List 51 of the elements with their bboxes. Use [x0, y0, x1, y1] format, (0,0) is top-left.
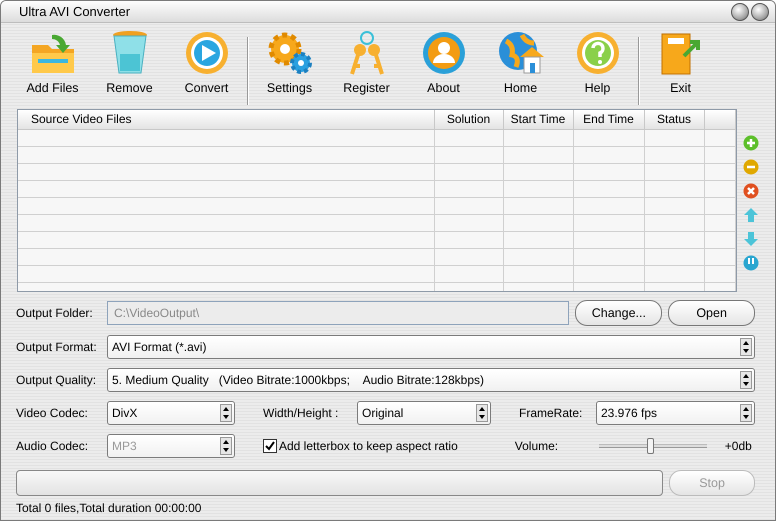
field-label: Output Folder: [16, 306, 94, 320]
toolbar-button[interactable]: About [405, 29, 482, 107]
spin-arrows-icon [220, 437, 232, 455]
field-label: Output Format: [16, 340, 98, 354]
spin-arrows-icon [740, 404, 752, 422]
column-header[interactable]: End Time [573, 110, 644, 129]
checkbox[interactable] [263, 439, 277, 453]
slider-thumb[interactable] [646, 438, 654, 454]
column-header[interactable]: Solution [434, 110, 503, 129]
up-arrow-icon[interactable] [743, 207, 759, 223]
delete-icon[interactable] [743, 183, 759, 199]
toolbar-button[interactable]: Home [482, 29, 559, 107]
video-codec-select[interactable]: DivX [107, 401, 235, 425]
field-label: Width/Height : [263, 406, 340, 420]
close-button[interactable] [751, 2, 769, 20]
spin-arrows-icon [740, 371, 752, 389]
gears-icon [266, 31, 312, 75]
spin-arrows-icon [740, 338, 752, 356]
toolbar-button[interactable]: Add Files [14, 29, 91, 107]
column-header[interactable]: Start Time [503, 110, 573, 129]
field-label: Volume: [514, 439, 560, 453]
toolbar-button[interactable]: Convert [168, 29, 245, 107]
down-arrow-icon[interactable] [743, 231, 759, 247]
toolbar-button[interactable]: Remove [91, 29, 168, 107]
toolbar-button[interactable]: Settings [251, 29, 328, 107]
field-label: Audio Codec: [16, 439, 90, 453]
question-mark-icon [576, 31, 620, 75]
checkbox-label: Add letterbox to keep aspect ratio [279, 439, 458, 453]
format-select[interactable]: AVI Format (*.avi) [107, 335, 755, 359]
spin-arrows-icon [220, 404, 232, 422]
play-icon [184, 31, 228, 75]
column-header[interactable]: Source Video Files [18, 110, 434, 129]
field-label: Video Codec: [16, 406, 89, 420]
minimize-button[interactable] [731, 2, 749, 20]
toolbar-button[interactable]: Register [328, 29, 405, 107]
window-title: Ultra AVI Converter [19, 4, 130, 19]
volume-reading: +0db [724, 439, 752, 453]
user-icon [422, 31, 466, 75]
field-label: FrameRate: [519, 406, 584, 420]
add-icon[interactable] [743, 135, 759, 151]
frame-rate-select[interactable]: 23.976 fps [596, 401, 755, 425]
globe-house-icon [498, 31, 544, 75]
spin-arrows-icon [476, 404, 488, 422]
toolbar-button[interactable]: Help [559, 29, 636, 107]
size-select[interactable]: Original [357, 401, 491, 425]
status-text: Total 0 files,Total duration 00:00:00 [16, 501, 202, 515]
quality-select[interactable]: 5. Medium Quality (Video Bitrate:1000kbps; Audio Bitrate:128kbps) [107, 368, 755, 392]
field-label: Output Quality: [16, 373, 98, 387]
minus-icon[interactable] [743, 159, 759, 175]
toolbar-button[interactable]: Exit [642, 29, 719, 107]
column-header[interactable]: Status [644, 110, 704, 129]
